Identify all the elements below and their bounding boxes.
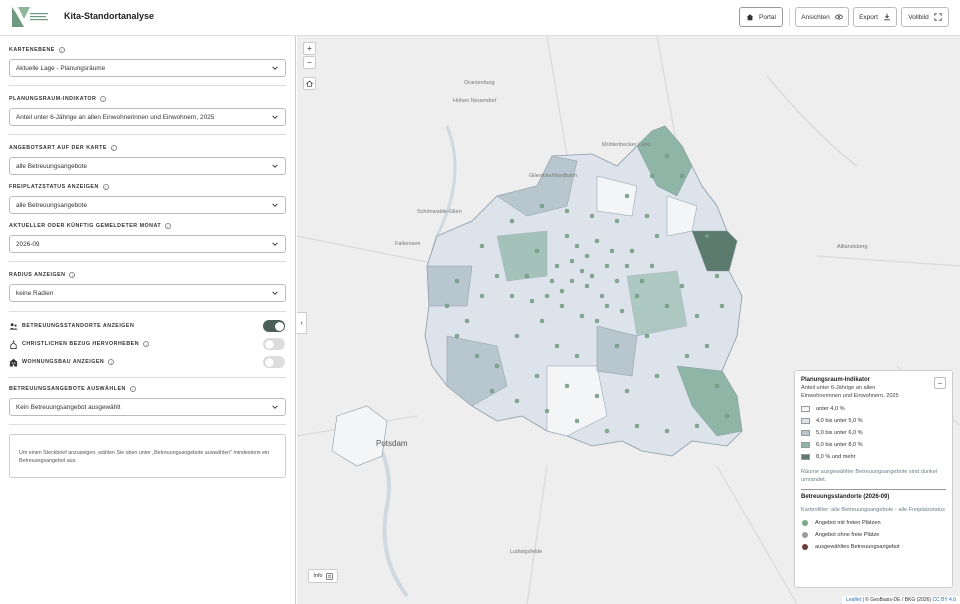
people-icon <box>9 322 18 330</box>
info-box-icon <box>325 572 333 580</box>
place-glienicke: Glienicke/Nordbahn <box>529 173 578 179</box>
chevron-down-icon <box>272 66 278 70</box>
standorte-title: Betreuungsstandorte (2026-09) <box>801 493 890 500</box>
place-schoenwalde: Schönwalde-Glien <box>417 209 462 215</box>
legend-points: Angebot mit freien Plätzen Angebot ohne … <box>801 517 946 553</box>
kartenebene-select[interactable]: Aktuelle Lage - Planungsräume <box>9 59 286 77</box>
map-info-button[interactable]: Info <box>308 569 338 583</box>
legend-class: 6,0 bis unter 8,0 % <box>801 439 946 451</box>
monat-label: Aktueller oder künftig gemeldeter Monat … <box>9 223 172 229</box>
legend-minimize-button[interactable]: – <box>934 377 946 389</box>
export-button[interactable]: Export <box>853 7 897 27</box>
zoom-in-button[interactable]: + <box>303 42 316 55</box>
freiplatz-label: Freiplatzstatus anzeigen i <box>9 184 109 190</box>
map-legend: Planungsraum-Indikator Anteil unter 6-Jä… <box>794 370 953 588</box>
angebotsart-select[interactable]: alle Betreuungsangebote <box>9 157 286 175</box>
wohnungsbau-toggle[interactable] <box>263 356 285 368</box>
building-icon <box>9 358 18 367</box>
legend-point: Angebot mit freien Plätzen <box>801 517 946 529</box>
toggle-wohnungsbau: Wohnungsbau anzeigen i <box>9 355 286 369</box>
info-icon[interactable]: i <box>58 47 65 53</box>
place-hohen-neuendorf: Hohen Neuendorf <box>453 98 497 104</box>
chevron-down-icon <box>272 203 278 207</box>
place-falkensee: Falkensee <box>395 241 421 247</box>
legend-point: Angebot ohne freie Plätze <box>801 529 946 541</box>
legend-class: 4,0 bis unter 5,0 % <box>801 415 946 427</box>
info-icon[interactable]: i <box>143 341 150 347</box>
toggle-betreuungsstandorte: Betreuungsstandorte anzeigen <box>9 319 286 333</box>
chevron-down-icon <box>272 164 278 168</box>
info-icon[interactable]: i <box>108 359 115 365</box>
legend-class: unter 4,0 % <box>801 403 946 415</box>
info-icon[interactable]: i <box>102 184 109 190</box>
info-icon[interactable]: i <box>69 272 76 278</box>
home-icon <box>746 14 754 21</box>
license-link[interactable]: CC BY 4.0 <box>932 597 956 603</box>
radius-label: Radius anzeigen i <box>9 272 76 278</box>
info-icon[interactable]: i <box>110 145 117 151</box>
info-icon[interactable]: i <box>165 223 172 229</box>
place-ludwigsfelde: Ludwigsfelde <box>510 549 543 555</box>
legend-note: Räume ausgewählter Betreuungsangebote si… <box>801 469 938 484</box>
ansichten-button[interactable]: Ansichten <box>795 7 849 27</box>
place-altlandsberg: Altlandsberg <box>837 244 868 250</box>
legend-point: ausgewähltes Betreuungsangebot <box>801 541 946 553</box>
indikator-label: Planungsraum-Indikator i <box>9 96 107 102</box>
app-header: Kita-Standortanalyse Portal Ansichten Ex… <box>0 0 960 36</box>
chevron-down-icon <box>272 242 278 246</box>
standorte-toggle[interactable] <box>263 320 285 332</box>
portal-button[interactable]: Portal <box>739 7 783 27</box>
place-oranienburg: Oranienburg <box>464 80 495 86</box>
info-icon[interactable]: i <box>129 386 136 392</box>
download-icon <box>884 13 890 21</box>
zoom-out-button[interactable]: − <box>303 56 316 69</box>
home-icon <box>306 80 313 87</box>
logo <box>12 7 48 27</box>
info-icon[interactable]: i <box>100 96 107 102</box>
legend-classes: unter 4,0 % 4,0 bis unter 5,0 % 5,0 bis … <box>801 403 946 463</box>
auswahl-select[interactable]: Kein Betreuungsangebot ausgewählt <box>9 398 286 416</box>
legend-class: 5,0 bis unter 6,0 % <box>801 427 946 439</box>
sidebar-collapse-button[interactable]: ‹ <box>297 312 307 334</box>
sidebar: Kartenebene i Aktuelle Lage - Planungsrä… <box>0 36 296 604</box>
home-view-button[interactable] <box>303 77 316 90</box>
auswahl-label: Betreuungsangebote auswählen i <box>9 386 136 392</box>
chevron-down-icon <box>272 405 278 409</box>
kartenebene-label: Kartenebene i <box>9 47 65 53</box>
map[interactable]: + − Oranienburg Hohen Neuendorf Mühlenbe… <box>297 36 960 604</box>
steckbrief-hint: Um einen Steckbrief anzuzeigen, wählen S… <box>9 434 286 478</box>
fullscreen-icon <box>934 13 942 21</box>
radius-select[interactable]: keine Radien <box>9 284 286 302</box>
app-title: Kita-Standortanalyse <box>64 11 155 21</box>
toggle-christlich: Christlichen Bezug hervorheben i <box>9 337 286 351</box>
church-icon <box>10 339 17 349</box>
filter-note: Kartenfilter: alle Betreuungsangebote - … <box>801 506 945 513</box>
leaflet-link[interactable]: Leaflet <box>846 597 861 603</box>
place-muehlenbecker: Mühlenbecker Land <box>602 142 651 148</box>
christlich-toggle[interactable] <box>263 338 285 350</box>
legend-title: Planungsraum-Indikator <box>801 377 871 383</box>
legend-class: 8,0 % und mehr <box>801 451 946 463</box>
legend-subtitle: Anteil unter 6-Jährige an allen Einwohne… <box>801 385 899 399</box>
eye-icon <box>835 14 843 20</box>
freiplatz-select[interactable]: alle Betreuungsangebote <box>9 196 286 214</box>
angebotsart-label: Angebotsart auf der Karte i <box>9 145 117 151</box>
chevron-down-icon <box>272 115 278 119</box>
chevron-down-icon <box>272 291 278 295</box>
indikator-select[interactable]: Anteil unter 6-Jährige an allen Einwohne… <box>9 108 286 126</box>
vollbild-button[interactable]: Vollbild <box>901 7 949 27</box>
map-attribution: Leaflet | © GeoBasis-DE / BKG (2026) CC … <box>842 596 960 604</box>
monat-select[interactable]: 2026-09 <box>9 235 286 253</box>
place-potsdam: Potsdam <box>376 439 408 448</box>
